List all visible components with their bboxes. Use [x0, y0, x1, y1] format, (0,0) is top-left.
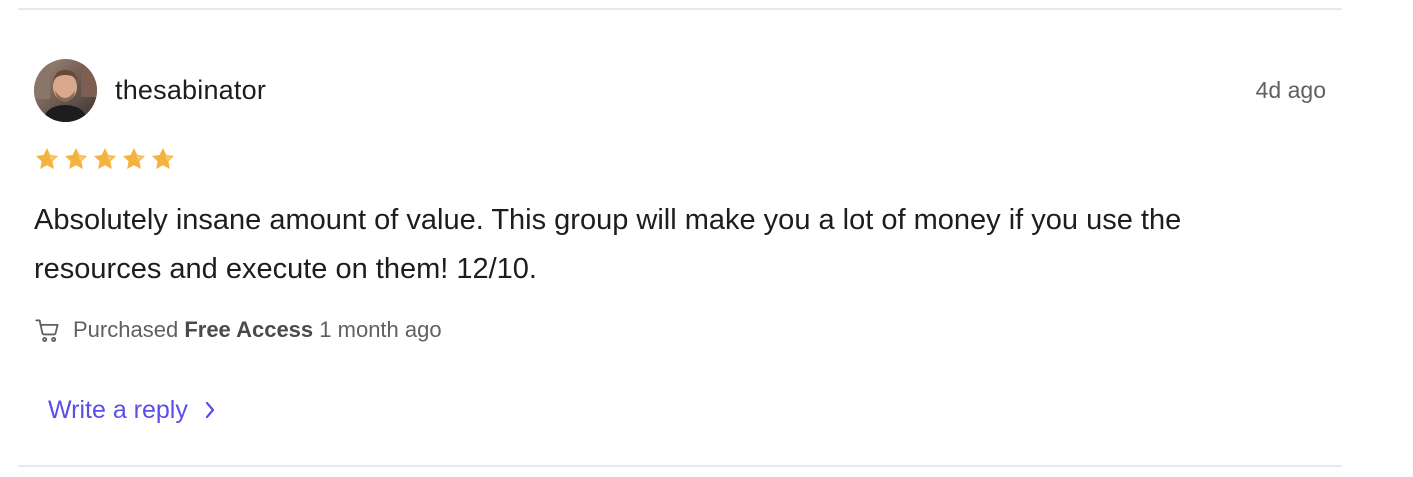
star-rating	[34, 146, 176, 172]
username[interactable]: thesabinator	[115, 73, 266, 107]
bottom-divider	[18, 465, 1342, 467]
purchase-info: Purchased Free Access 1 month ago	[34, 314, 442, 346]
purchase-product: Free Access	[184, 317, 314, 342]
chevron-right-icon[interactable]	[202, 400, 218, 420]
star-icon	[93, 147, 117, 169]
avatar[interactable]	[34, 59, 97, 122]
star-icon	[122, 147, 146, 169]
cart-icon	[35, 318, 59, 342]
purchase-prefix: Purchased	[73, 317, 179, 342]
star-icon	[64, 147, 88, 169]
star-icon	[151, 147, 175, 169]
review-card: thesabinator 4d ago Absolutely insane am…	[0, 0, 1413, 477]
write-reply-label[interactable]: Write a reply	[48, 393, 188, 427]
star-icon	[35, 147, 59, 169]
review-timestamp: 4d ago	[1255, 77, 1326, 103]
review-text: Absolutely insane amount of value. This …	[34, 204, 1182, 285]
purchase-time: 1 month ago	[319, 317, 442, 342]
write-reply-link[interactable]: Write a reply	[48, 393, 218, 427]
